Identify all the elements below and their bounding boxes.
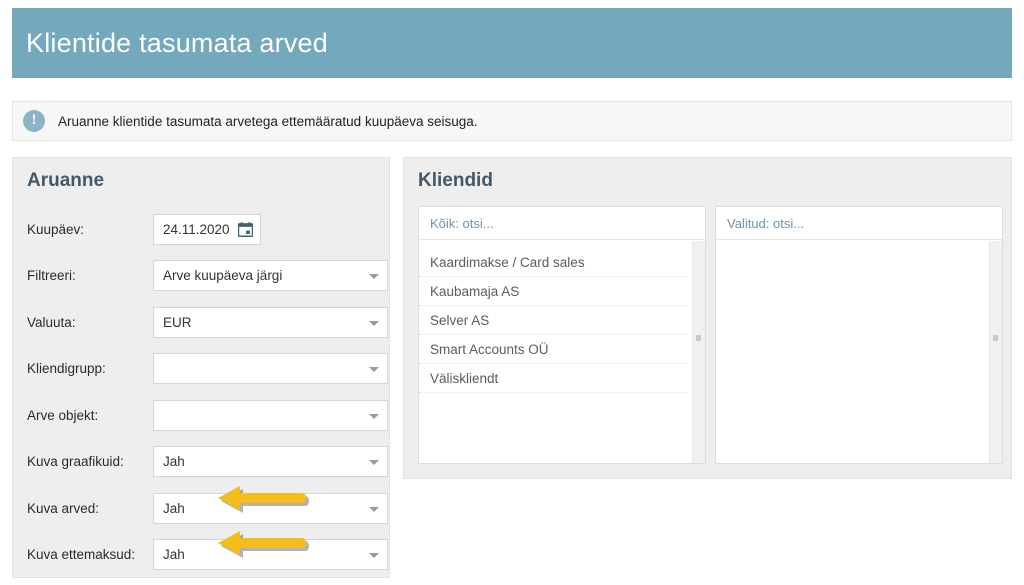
select-kuva-ettemaksud-value: Jah bbox=[163, 547, 185, 563]
clients-selected-search-placeholder: Valitud: otsi... bbox=[727, 215, 805, 231]
clients-available-search-placeholder: Kõik: otsi... bbox=[430, 215, 494, 231]
clients-available-scrollbar[interactable] bbox=[692, 241, 705, 463]
info-banner-text: Aruanne klientide tasumata arvetega ette… bbox=[58, 113, 478, 129]
list-item[interactable]: Väliskliendt bbox=[419, 364, 687, 393]
clients-selected-scrollbar[interactable] bbox=[989, 241, 1002, 463]
form-row-kuva-arved: Kuva arved: Jah bbox=[13, 485, 389, 532]
select-kuva-graafikuid-value: Jah bbox=[163, 454, 185, 470]
form-row-arve-objekt: Arve objekt: bbox=[13, 392, 389, 439]
label-filtreeri: Filtreeri: bbox=[27, 268, 76, 284]
report-panel-heading: Aruanne bbox=[27, 170, 105, 191]
label-kuva-arved: Kuva arved: bbox=[27, 500, 100, 516]
chevron-down-icon[interactable] bbox=[369, 367, 379, 373]
label-kuva-graafikuid: Kuva graafikuid: bbox=[27, 454, 124, 470]
form-row-kuupaev: Kuupäev: 24.11.2020 bbox=[13, 206, 389, 253]
list-item[interactable]: Selver AS bbox=[419, 306, 687, 335]
chevron-down-icon[interactable] bbox=[369, 274, 379, 280]
label-valuuta: Valuuta: bbox=[27, 314, 76, 330]
scrollbar-handle[interactable] bbox=[696, 335, 701, 341]
clients-selected-search[interactable]: Valitud: otsi... bbox=[716, 207, 1002, 240]
label-arve-objekt: Arve objekt: bbox=[27, 407, 99, 423]
form-row-valuuta: Valuuta: EUR bbox=[13, 299, 389, 346]
form-row-kuva-graafikuid: Kuva graafikuid: Jah bbox=[13, 439, 389, 486]
clients-available-search[interactable]: Kõik: otsi... bbox=[419, 207, 705, 240]
select-kliendigrupp[interactable] bbox=[153, 353, 388, 385]
exclamation-circle-icon: ! bbox=[23, 110, 45, 132]
chevron-down-icon[interactable] bbox=[369, 553, 379, 559]
form-row-kuva-ettemaksud: Kuva ettemaksud: Jah bbox=[13, 532, 389, 579]
clients-selected-items bbox=[716, 240, 1002, 248]
chevron-down-icon[interactable] bbox=[369, 413, 379, 419]
report-form: Kuupäev: 24.11.2020 Filtreeri: Arve kuup… bbox=[13, 206, 389, 578]
form-row-filtreeri: Filtreeri: Arve kuupäeva järgi bbox=[13, 253, 389, 300]
select-valuuta[interactable]: EUR bbox=[153, 306, 388, 338]
select-valuuta-value: EUR bbox=[163, 314, 192, 330]
label-kuupaev: Kuupäev: bbox=[27, 221, 85, 237]
select-kuva-arved[interactable]: Jah bbox=[153, 492, 388, 524]
report-panel: Aruanne Kuupäev: 24.11.2020 Filtreeri: A… bbox=[12, 157, 390, 578]
page-header: Klientide tasumata arved bbox=[12, 8, 1012, 78]
select-kuva-ettemaksud[interactable]: Jah bbox=[153, 539, 388, 571]
chevron-down-icon[interactable] bbox=[369, 460, 379, 466]
clients-available-list: Kõik: otsi... Kaardimakse / Card sales K… bbox=[418, 206, 706, 464]
info-banner: ! Aruanne klientide tasumata arvetega et… bbox=[12, 101, 1012, 141]
chevron-down-icon[interactable] bbox=[369, 320, 379, 326]
label-kuva-ettemaksud: Kuva ettemaksud: bbox=[27, 547, 136, 563]
select-kuva-arved-value: Jah bbox=[163, 500, 185, 516]
form-row-kliendigrupp: Kliendigrupp: bbox=[13, 346, 389, 393]
clients-panel: Kliendid Kõik: otsi... Kaardimakse / Car… bbox=[403, 157, 1012, 479]
clients-panel-heading: Kliendid bbox=[418, 170, 493, 191]
date-value: 24.11.2020 bbox=[163, 221, 230, 237]
list-item[interactable]: Smart Accounts OÜ bbox=[419, 335, 687, 364]
scrollbar-handle[interactable] bbox=[993, 335, 998, 341]
select-kuva-graafikuid[interactable]: Jah bbox=[153, 446, 388, 478]
chevron-down-icon[interactable] bbox=[369, 506, 379, 512]
select-arve-objekt[interactable] bbox=[153, 399, 388, 431]
select-filtreeri[interactable]: Arve kuupäeva järgi bbox=[153, 260, 388, 292]
clients-available-items: Kaardimakse / Card sales Kaubamaja AS Se… bbox=[419, 240, 705, 393]
page-title: Klientide tasumata arved bbox=[26, 27, 328, 58]
list-item[interactable]: Kaardimakse / Card sales bbox=[419, 248, 687, 277]
clients-selected-list: Valitud: otsi... bbox=[715, 206, 1003, 464]
label-kliendigrupp: Kliendigrupp: bbox=[27, 361, 106, 377]
calendar-icon[interactable] bbox=[238, 221, 253, 237]
select-filtreeri-value: Arve kuupäeva järgi bbox=[163, 268, 283, 284]
list-item[interactable]: Kaubamaja AS bbox=[419, 277, 687, 306]
date-input-kuupaev[interactable]: 24.11.2020 bbox=[153, 213, 261, 245]
